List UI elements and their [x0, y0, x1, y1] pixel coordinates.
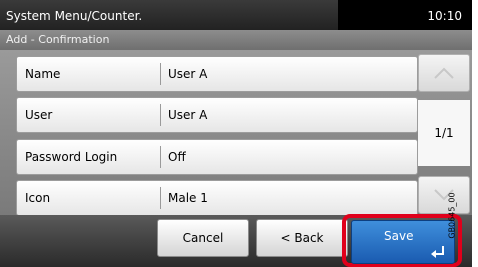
row-divider — [160, 104, 161, 126]
scroll-control: 1/1 — [418, 54, 470, 214]
row-label: User — [25, 108, 53, 122]
menu-title: System Menu/Counter. — [6, 9, 143, 23]
row-value: User A — [168, 67, 208, 81]
row-name: Name User A — [16, 56, 418, 92]
row-password-login: Password Login Off — [16, 139, 418, 175]
back-button[interactable]: < Back — [256, 219, 348, 257]
row-user: User User A — [16, 97, 418, 133]
page-indicator: 1/1 — [418, 100, 470, 166]
row-value: Male 1 — [168, 191, 208, 205]
sub-header: Add - Confirmation — [0, 30, 472, 50]
screen-title: Add - Confirmation — [6, 33, 110, 46]
row-divider — [160, 63, 161, 85]
figure-code: GB0645_00 — [447, 192, 457, 239]
row-label: Name — [25, 67, 61, 81]
enter-icon — [431, 246, 444, 258]
confirmation-panel: Name User A User User A Password Login O… — [0, 50, 472, 216]
row-value: User A — [168, 108, 208, 122]
back-label: < Back — [280, 231, 324, 245]
page-number: 1/1 — [434, 126, 454, 140]
row-divider — [160, 187, 161, 209]
clock: 10:10 — [427, 9, 462, 23]
screen: System Menu/Counter. 10:10 Add - Confirm… — [0, 0, 472, 267]
menu-title-area: System Menu/Counter. — [0, 0, 338, 30]
row-value: Off — [168, 150, 186, 164]
row-divider — [160, 146, 161, 168]
cancel-label: Cancel — [182, 231, 224, 245]
row-label: Password Login — [25, 150, 118, 164]
save-button[interactable]: Save — [351, 220, 455, 264]
scroll-down-button[interactable] — [418, 176, 470, 214]
top-bar: System Menu/Counter. 10:10 — [0, 0, 472, 30]
save-label: Save — [384, 229, 414, 243]
scroll-up-button[interactable] — [418, 54, 470, 92]
row-label: Icon — [25, 191, 51, 205]
chevron-up-icon — [434, 67, 454, 79]
row-icon: Icon Male 1 — [16, 180, 418, 216]
cancel-button[interactable]: Cancel — [157, 219, 249, 257]
